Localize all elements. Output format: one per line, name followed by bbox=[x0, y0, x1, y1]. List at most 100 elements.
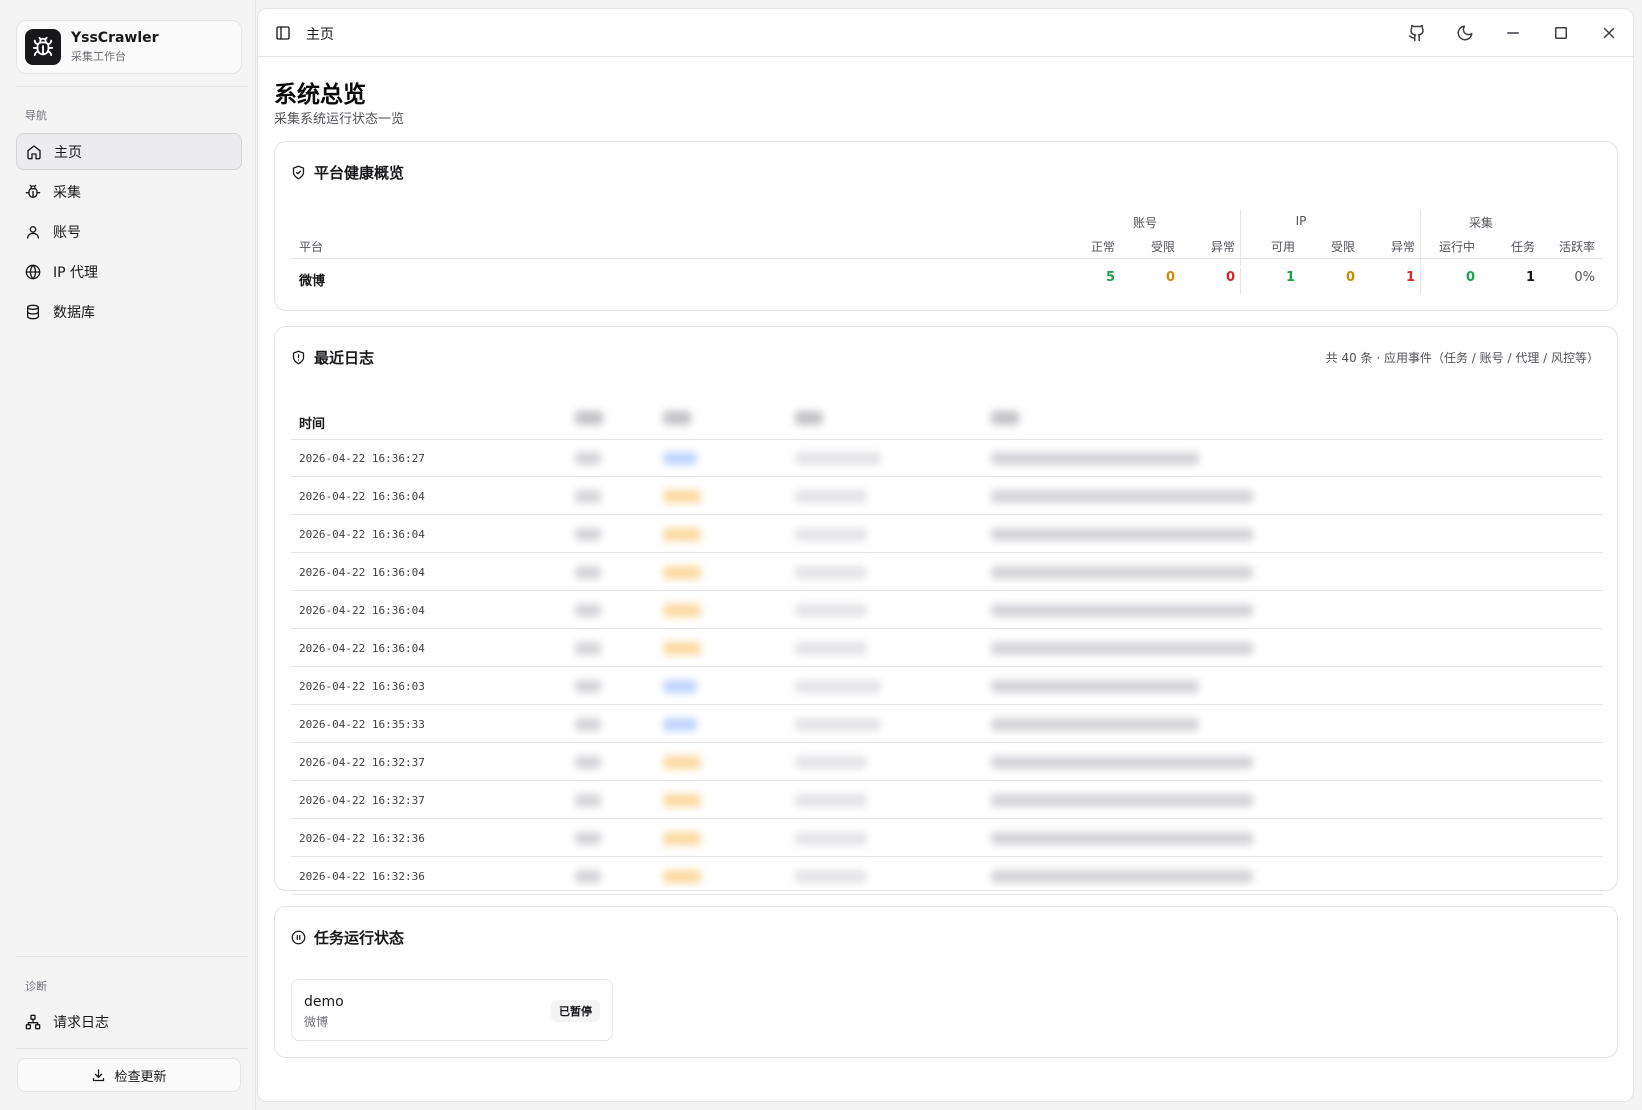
blurred-cell bbox=[575, 756, 601, 769]
table-row[interactable]: 2026-04-22 16:36:04 bbox=[291, 592, 1603, 629]
blurred-cell bbox=[991, 642, 1253, 655]
blurred-cell bbox=[575, 642, 601, 655]
task-platform: 微博 bbox=[304, 1015, 329, 1029]
sidebar-item-database[interactable]: 数据库 bbox=[16, 293, 242, 330]
moon-icon[interactable] bbox=[1456, 24, 1474, 42]
blurred-cell bbox=[663, 718, 697, 731]
log-time: 2026-04-22 16:35:33 bbox=[299, 718, 425, 731]
log-time: 2026-04-22 16:32:37 bbox=[299, 756, 425, 769]
blurred-cell bbox=[575, 832, 601, 845]
col-account-normal: 正常 bbox=[1090, 240, 1115, 254]
sidebar-item-home[interactable]: 主页 bbox=[16, 133, 242, 170]
table-row[interactable]: 2026-04-22 16:36:04 bbox=[291, 630, 1603, 667]
val-account-error: 0 bbox=[1225, 270, 1235, 285]
table-row[interactable]: 2026-04-22 16:36:04 bbox=[291, 516, 1603, 553]
check-update-button[interactable]: 检查更新 bbox=[17, 1058, 241, 1092]
blurred-cell bbox=[575, 566, 601, 579]
col-account-error: 异常 bbox=[1210, 240, 1235, 254]
top-bar: 主页 bbox=[258, 9, 1633, 57]
page-subtitle: 采集系统运行状态一览 bbox=[274, 112, 405, 127]
group-account: 账号 bbox=[1132, 216, 1157, 230]
blurred-cell bbox=[795, 680, 881, 693]
blurred-cell bbox=[663, 794, 701, 807]
blurred-cell bbox=[795, 794, 867, 807]
blurred-cell bbox=[663, 756, 701, 769]
table-row[interactable]: 2026-04-22 16:36:27 bbox=[291, 440, 1603, 477]
val-account-normal: 5 bbox=[1105, 270, 1115, 285]
brand-card[interactable]: YssCrawler 采集工作台 bbox=[16, 20, 242, 74]
log-time: 2026-04-22 16:36:27 bbox=[299, 452, 425, 465]
log-time: 2026-04-22 16:32:36 bbox=[299, 870, 425, 883]
col-ip-error: 异常 bbox=[1390, 240, 1415, 254]
val-account-limited: 0 bbox=[1165, 270, 1175, 285]
blurred-cell bbox=[575, 452, 601, 465]
blurred-cell bbox=[663, 832, 701, 845]
group-crawl: 采集 bbox=[1468, 216, 1493, 230]
blurred-cell bbox=[663, 528, 701, 541]
blurred-cell bbox=[663, 870, 701, 883]
blurred-cell bbox=[795, 566, 867, 579]
blurred-cell bbox=[991, 718, 1199, 731]
task-status-title: 任务运行状态 bbox=[314, 929, 405, 947]
table-row[interactable]: 2026-04-22 16:36:04 bbox=[291, 554, 1603, 591]
database-icon bbox=[27, 304, 39, 319]
sidebar-item-label: 账号 bbox=[53, 224, 81, 241]
blurred-header bbox=[991, 411, 1019, 425]
maximize-icon[interactable] bbox=[1552, 24, 1570, 42]
blurred-cell bbox=[991, 794, 1253, 807]
blurred-header bbox=[575, 411, 603, 425]
bug-icon bbox=[25, 29, 61, 65]
blurred-cell bbox=[575, 718, 601, 731]
platform-health-card: 平台健康概览 账号 IP 采集 平台 正常 受限 异常 可用 受限 异常 运行中… bbox=[274, 141, 1618, 311]
brand-subtitle: 采集工作台 bbox=[71, 50, 126, 63]
col-crawl-tasks: 任务 bbox=[1510, 240, 1535, 254]
blurred-cell bbox=[991, 452, 1199, 465]
val-ip-error: 1 bbox=[1405, 270, 1415, 285]
group-ip: IP bbox=[1295, 214, 1307, 228]
val-crawl-running: 0 bbox=[1465, 270, 1475, 285]
nav-section-label: 导航 bbox=[25, 109, 47, 122]
blurred-cell bbox=[991, 832, 1253, 845]
table-row[interactable]: 2026-04-22 16:32:37 bbox=[291, 782, 1603, 819]
blurred-cell bbox=[795, 756, 867, 769]
bug-icon bbox=[25, 184, 41, 198]
task-card-demo[interactable]: demo 微博 已暂停 bbox=[291, 979, 613, 1041]
table-row[interactable]: 2026-04-22 16:32:37 bbox=[291, 744, 1603, 781]
table-row[interactable]: 2026-04-22 16:36:03 bbox=[291, 668, 1603, 705]
task-name: demo bbox=[304, 994, 344, 1010]
blurred-cell bbox=[991, 528, 1253, 541]
sidebar-item-ip-proxy[interactable]: IP 代理 bbox=[16, 253, 242, 290]
sidebar-item-account[interactable]: 账号 bbox=[16, 213, 242, 250]
check-update-label: 检查更新 bbox=[114, 1069, 167, 1085]
col-crawl-running: 运行中 bbox=[1438, 240, 1475, 254]
divider bbox=[16, 956, 248, 957]
blurred-cell bbox=[795, 642, 867, 655]
sidebar-toggle-icon[interactable] bbox=[275, 25, 291, 41]
sidebar-item-crawl[interactable]: 采集 bbox=[16, 173, 242, 210]
user-icon bbox=[27, 225, 39, 239]
blurred-cell bbox=[991, 490, 1253, 503]
val-crawl-tasks: 1 bbox=[1525, 270, 1535, 285]
table-row[interactable]: 2026-04-22 16:36:04 bbox=[291, 478, 1603, 515]
blurred-cell bbox=[795, 452, 881, 465]
minimize-icon[interactable] bbox=[1504, 24, 1522, 42]
val-ip-available: 1 bbox=[1285, 270, 1295, 285]
close-icon[interactable] bbox=[1600, 24, 1618, 42]
sidebar-item-label: 请求日志 bbox=[53, 1014, 109, 1031]
sidebar-item-request-log[interactable]: 请求日志 bbox=[16, 1003, 242, 1040]
table-row[interactable]: 2026-04-22 16:35:33 bbox=[291, 706, 1603, 743]
sidebar-item-label: 数据库 bbox=[53, 304, 95, 321]
table-row[interactable]: 2026-04-22 16:32:36 bbox=[291, 820, 1603, 857]
col-time: 时间 bbox=[299, 417, 326, 432]
recent-logs-card: 最近日志 共 40 条 · 应用事件（任务 / 账号 / 代理 / 风控等） 时… bbox=[274, 326, 1618, 895]
col-crawl-active-rate: 活跃率 bbox=[1558, 240, 1595, 254]
table-row[interactable]: 2026-04-22 16:32:36 bbox=[291, 858, 1603, 895]
github-icon[interactable] bbox=[1408, 24, 1426, 42]
shield-check-icon bbox=[292, 165, 305, 180]
blurred-header bbox=[663, 411, 691, 425]
sidebar-item-label: 主页 bbox=[54, 144, 82, 161]
status-badge: 已暂停 bbox=[551, 1000, 600, 1022]
blurred-cell bbox=[795, 490, 867, 503]
network-icon bbox=[25, 1014, 41, 1029]
log-time: 2026-04-22 16:36:04 bbox=[299, 566, 425, 579]
